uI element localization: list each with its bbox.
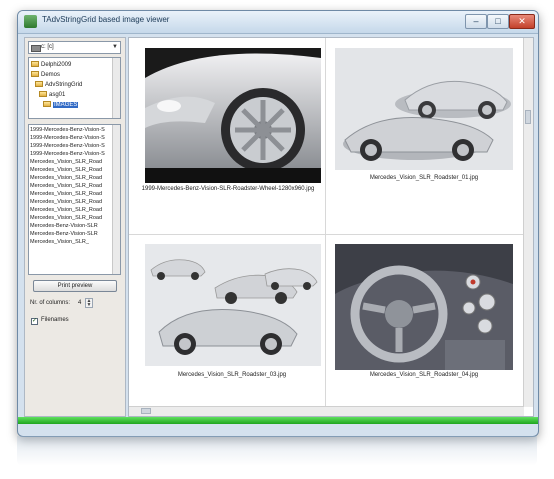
columns-spinner[interactable]: ▲ ▼ [85,298,93,308]
minimize-button[interactable]: – [465,14,487,29]
drive-label: c: [c] [41,44,54,50]
grid-row-divider [129,234,524,235]
tree-item-asg01[interactable]: asg01 [39,90,65,100]
list-item[interactable]: Mercedes_Vision_SLR_Road [30,182,114,190]
chevron-down-icon[interactable]: ▼ [112,42,118,53]
list-item[interactable]: 1999-Mercedes-Benz-Vision-S [30,150,114,158]
thumbnail-caption: Mercedes_Vision_SLR_Roadster_04.jpg [369,372,479,378]
tree-item-demos[interactable]: Demos [31,70,60,80]
grid-horizontal-scrollbar[interactable] [129,406,524,416]
list-item[interactable]: 1999-Mercedes-Benz-Vision-S [30,142,114,150]
list-item[interactable]: 1999-Mercedes-Benz-Vision-S [30,134,114,142]
grid-column-divider [325,38,326,407]
file-list-scrollbar[interactable] [112,125,120,274]
list-item[interactable]: Mercedes_Vision_SLR_Road [30,206,114,214]
tree-item-advstringgrid[interactable]: AdvStringGrid [35,80,82,90]
list-item[interactable]: Mercedes_Vision_SLR_Road [30,158,114,166]
list-item[interactable]: Mercedes_Vision_SLR_Road [30,174,114,182]
filenames-label: Filenames [41,317,69,323]
scrollbar-thumb[interactable] [525,110,531,124]
open-folder-icon [43,101,51,108]
thumbnail-caption: Mercedes_Vision_SLR_Roadster_03.jpg [177,372,287,378]
status-bar [18,417,538,424]
car-interior-photo [335,244,513,370]
filenames-checkbox[interactable]: ✓ [31,318,38,325]
image-grid[interactable]: 1999-Mercedes-Benz-Vision-SLR-Roadster-W… [128,37,534,417]
tree-item-delphi2009[interactable]: Delphi2009 [31,60,71,70]
car-wheel-photo [145,53,321,183]
folder-icon [31,61,39,68]
list-item[interactable]: Mercedes_Vision_SLR_Road [30,198,114,206]
two-cars-photo [335,48,513,170]
window-reflection [17,436,537,466]
left-panel: c: [c] ▼ Delphi2009 Demos AdvStringGrid … [24,37,126,417]
file-list[interactable]: 1999-Mercedes-Benz-Vision-S 1999-Mercede… [28,124,121,275]
folder-tree[interactable]: Delphi2009 Demos AdvStringGrid asg01 IMA… [28,57,121,119]
app-window: TAdvStringGrid based image viewer – □ ✕ … [17,10,539,437]
columns-value[interactable]: 4 [78,300,81,306]
list-item[interactable]: Mercedes_Vision_SLR_Road [30,166,114,174]
print-preview-button[interactable]: Print preview [33,280,117,292]
maximize-button[interactable]: □ [487,14,509,29]
list-item[interactable]: Mercedes_Vision_SLR_Road [30,190,114,198]
drive-icon [31,45,41,52]
scrollbar-thumb[interactable] [141,408,151,414]
thumbnail-image[interactable] [335,244,513,370]
thumbnail-image[interactable] [335,48,513,170]
drive-combobox[interactable]: c: [c] ▼ [28,41,121,54]
close-button[interactable]: ✕ [509,14,535,29]
thumbnail-caption: 1999-Mercedes-Benz-Vision-SLR-Roadster-W… [141,186,315,192]
window-title: TAdvStringGrid based image viewer [42,15,170,24]
tree-scrollbar[interactable] [112,58,120,118]
list-item[interactable]: Mercedes-Benz-Vision-SLR [30,222,114,230]
list-item[interactable]: Mercedes_Vision_SLR_ [30,238,114,246]
title-bar[interactable]: TAdvStringGrid based image viewer – □ ✕ [18,11,538,34]
list-item[interactable]: 1999-Mercedes-Benz-Vision-S [30,126,114,134]
thumbnail-caption: Mercedes_Vision_SLR_Roadster_01.jpg [369,175,479,181]
folder-icon [39,91,47,98]
thumbnail-image[interactable] [145,244,321,366]
list-item[interactable]: Mercedes_Vision_SLR_Road [30,214,114,222]
multiple-cars-photo [145,244,321,366]
folder-icon [31,71,39,78]
grid-vertical-scrollbar[interactable] [523,38,533,407]
list-item[interactable]: Mercedes-Benz-Vision-SLR [30,230,114,238]
tree-item-images[interactable]: IMAGES [43,100,79,110]
folder-icon [35,81,43,88]
columns-label: Nr. of columns: [30,300,71,306]
app-icon [24,15,37,28]
thumbnail-image[interactable] [145,48,321,183]
